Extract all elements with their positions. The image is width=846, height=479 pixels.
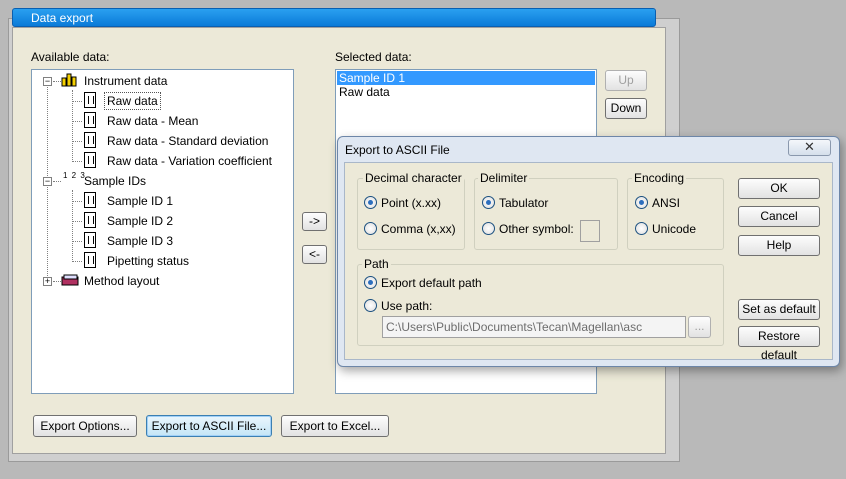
tree-item-pipetting-status[interactable]: Pipetting status bbox=[107, 252, 189, 270]
document-icon bbox=[84, 112, 96, 128]
unicode-label[interactable]: Unicode bbox=[652, 222, 696, 236]
tree-item-sample-id-2[interactable]: Sample ID 2 bbox=[107, 212, 173, 230]
book-icon bbox=[61, 274, 79, 286]
ansi-label[interactable]: ANSI bbox=[652, 196, 680, 210]
window-title: Data export bbox=[31, 11, 94, 25]
path-title: Path bbox=[362, 257, 391, 271]
other-symbol-radio[interactable] bbox=[482, 222, 495, 235]
use-path-radio[interactable] bbox=[364, 299, 377, 312]
use-path-label[interactable]: Use path: bbox=[381, 299, 432, 313]
document-icon bbox=[84, 192, 96, 208]
decimal-point-radio[interactable] bbox=[364, 196, 377, 209]
cancel-button[interactable]: Cancel bbox=[738, 206, 820, 227]
up-button[interactable]: Up bbox=[605, 70, 647, 91]
bar-chart-icon bbox=[61, 73, 77, 87]
browse-button[interactable]: ... bbox=[688, 316, 711, 338]
decimal-comma-radio[interactable] bbox=[364, 222, 377, 235]
dialog-title: Export to ASCII File bbox=[345, 143, 450, 157]
list-item[interactable]: Sample ID 1 bbox=[337, 71, 595, 85]
decimal-comma-label[interactable]: Comma (x,xx) bbox=[381, 222, 456, 236]
export-options-button[interactable]: Export Options... bbox=[33, 415, 137, 437]
tabulator-label[interactable]: Tabulator bbox=[499, 196, 548, 210]
tree-item-raw-data-std[interactable]: Raw data - Standard deviation bbox=[107, 132, 268, 150]
document-icon bbox=[84, 132, 96, 148]
expand-icon[interactable]: + bbox=[43, 277, 52, 286]
ok-button[interactable]: OK bbox=[738, 178, 820, 199]
decimal-character-group bbox=[357, 178, 465, 250]
export-ascii-button[interactable]: Export to ASCII File... bbox=[146, 415, 272, 437]
tree-item-method-layout[interactable]: Method layout bbox=[84, 272, 159, 290]
encoding-group bbox=[627, 178, 724, 250]
delimiter-title: Delimiter bbox=[478, 171, 530, 185]
export-excel-button[interactable]: Export to Excel... bbox=[281, 415, 389, 437]
list-item[interactable]: Raw data bbox=[337, 85, 595, 99]
unicode-radio[interactable] bbox=[635, 222, 648, 235]
collapse-icon[interactable]: − bbox=[43, 177, 52, 186]
tree-item-raw-data-mean[interactable]: Raw data - Mean bbox=[107, 112, 198, 130]
decimal-character-title: Decimal character bbox=[363, 171, 464, 185]
document-icon bbox=[84, 252, 96, 268]
encoding-title: Encoding bbox=[632, 171, 687, 185]
remove-from-selected-button[interactable]: <- bbox=[302, 245, 327, 264]
tree-item-sample-id-1[interactable]: Sample ID 1 bbox=[107, 192, 173, 210]
down-button[interactable]: Down bbox=[605, 98, 647, 119]
default-path-label[interactable]: Export default path bbox=[381, 276, 482, 290]
tabulator-radio[interactable] bbox=[482, 196, 495, 209]
tree-item-instrument-data[interactable]: Instrument data bbox=[84, 72, 167, 90]
tree-item-raw-data-cv[interactable]: Raw data - Variation coefficient bbox=[107, 152, 272, 170]
available-data-tree[interactable]: − Instrument data Raw data Raw data - Me… bbox=[31, 69, 294, 394]
tree-item-raw-data[interactable]: Raw data bbox=[104, 92, 161, 110]
set-as-default-button[interactable]: Set as default bbox=[738, 299, 820, 320]
other-symbol-input[interactable] bbox=[580, 220, 600, 242]
ansi-radio[interactable] bbox=[635, 196, 648, 209]
decimal-point-label[interactable]: Point (x.xx) bbox=[381, 196, 441, 210]
tree-item-sample-id-3[interactable]: Sample ID 3 bbox=[107, 232, 173, 250]
title-bar[interactable]: Data export bbox=[12, 8, 656, 27]
restore-default-button[interactable]: Restore default bbox=[738, 326, 820, 362]
available-data-label: Available data: bbox=[31, 50, 110, 64]
default-path-radio[interactable] bbox=[364, 276, 377, 289]
add-to-selected-button[interactable]: -> bbox=[302, 212, 327, 231]
path-input[interactable]: C:\Users\Public\Documents\Tecan\Magellan… bbox=[382, 316, 686, 338]
help-button[interactable]: Help bbox=[738, 235, 820, 256]
tree-item-sample-ids[interactable]: Sample IDs bbox=[84, 172, 146, 190]
other-symbol-label[interactable]: Other symbol: bbox=[499, 222, 574, 236]
selected-data-label: Selected data: bbox=[335, 50, 412, 64]
document-icon bbox=[84, 92, 96, 108]
document-icon bbox=[84, 232, 96, 248]
document-icon bbox=[84, 212, 96, 228]
document-icon bbox=[84, 152, 96, 168]
close-icon[interactable]: ✕ bbox=[788, 139, 831, 156]
collapse-icon[interactable]: − bbox=[43, 77, 52, 86]
numbered-list-icon: 1 2 3 bbox=[63, 171, 86, 180]
